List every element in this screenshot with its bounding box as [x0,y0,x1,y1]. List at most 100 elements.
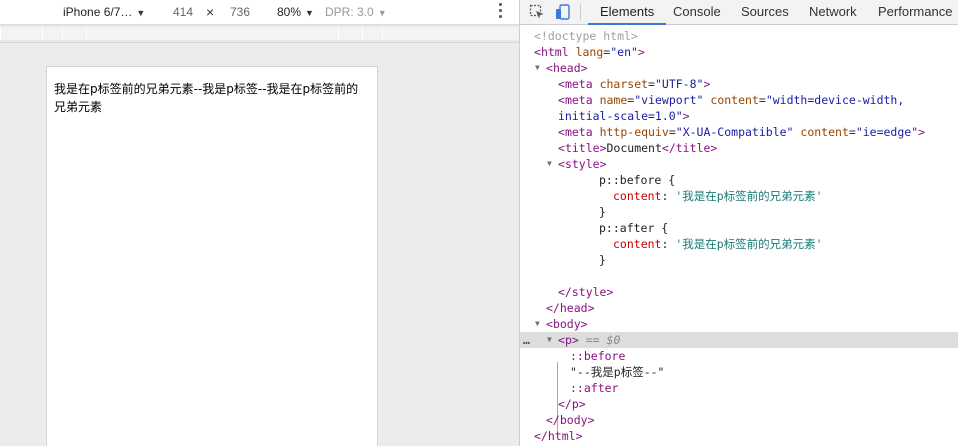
css-property: content [613,237,662,251]
dom-node-head-close[interactable]: </head> [520,300,958,316]
tag-name: body [552,317,581,331]
tag-name: title [675,141,711,155]
tab-network[interactable]: Network [809,0,857,25]
selected-node-marker: == $0 [585,333,621,347]
device-height-input[interactable]: 736 [230,0,250,24]
tab-elements[interactable]: Elements [588,0,667,25]
dropdown-arrow-icon: ▼ [136,8,146,18]
device-select-label: iPhone 6/7… [63,5,133,19]
page-paragraph: 我是在p标签前的兄弟元素--我是p标签--我是在p标签前的兄弟元素 [54,82,359,114]
expand-triangle-icon[interactable]: ▼ [547,156,552,172]
dom-node-meta-viewport-cont[interactable]: initial-scale=1.0"> [520,108,958,124]
css-value: '我是在p标签前的兄弟元素' [675,189,823,203]
device-width-input[interactable]: 414 [173,0,193,24]
tab-performance[interactable]: Performance [878,0,952,25]
tag-name: head [552,61,581,75]
dpr-select[interactable]: DPR: 3.0 ▼ [325,0,387,24]
ruler-segment[interactable] [382,27,519,40]
expand-triangle-icon[interactable]: ▼ [535,60,540,76]
tag-name: meta [564,125,593,139]
ruler-segment[interactable] [86,27,338,40]
devtools-tabbar: Elements Console Sources Network Perform… [520,0,958,25]
css-close-brace: } [599,205,606,219]
dom-node-style[interactable]: ▼ <style> [520,156,958,172]
tab-sources[interactable]: Sources [741,0,789,25]
tab-console[interactable]: Console [673,0,721,25]
dom-node-html-close[interactable]: </html> [520,428,958,444]
attr-value: "ie=edge" [855,125,919,139]
css-before-selector[interactable]: p::before { [520,172,958,188]
ruler-segment[interactable] [62,27,86,40]
tag-name: title [564,141,600,155]
attr-name: lang [575,45,604,59]
dom-node-meta-viewport[interactable]: <meta name="viewport" content="width=dev… [520,92,958,108]
dom-node-body[interactable]: ▼ <body> [520,316,958,332]
dom-node-p-selected[interactable]: … ▼ <p> == $0 [520,332,958,348]
devtools-panel: Elements Console Sources Network Perform… [520,0,958,446]
dpr-select-label: DPR: 3.0 [325,5,374,19]
expand-triangle-icon[interactable]: ▼ [547,332,552,348]
dropdown-arrow-icon: ▼ [305,8,314,18]
ruler-segment[interactable] [338,27,362,40]
ruler-segment[interactable] [362,27,382,40]
dom-node-head[interactable]: ▼ <head> [520,60,958,76]
more-options-icon[interactable] [492,0,508,24]
attr-value: "UTF-8" [654,77,704,91]
dom-node-title[interactable]: <title>Document</title> [520,140,958,156]
tag-name: meta [564,77,593,91]
dom-tree: <!doctype html> <html lang="en"> ▼ <head… [520,26,958,446]
css-value: '我是在p标签前的兄弟元素' [675,237,823,251]
attr-value: "en" [610,45,638,59]
attr-value: "viewport" [634,93,704,107]
css-close-brace: } [599,253,606,267]
dropdown-arrow-icon: ▼ [377,8,387,18]
tag-name: head [559,301,588,315]
expand-triangle-icon[interactable]: ▼ [535,316,540,332]
device-toolbar: iPhone 6/7… ▼ 414 × 736 80% ▼ DPR: 3.0 ▼ [0,0,519,25]
dom-node-meta-charset[interactable]: <meta charset="UTF-8"> [520,76,958,92]
attr-value: "width=device-width, [765,93,905,107]
device-toggle-icon[interactable] [555,4,571,20]
attr-name: content [800,125,849,139]
attr-value: "X-UA-Compatible" [675,125,794,139]
dom-node-pseudo-before[interactable]: ::before [520,348,958,364]
tag-name: style [571,285,607,299]
tag-name: p [571,397,579,411]
dom-node-style-close[interactable]: </style> [520,284,958,300]
inspect-icon[interactable] [529,4,545,20]
css-property: content [613,189,662,203]
toolbar-separator [580,4,581,20]
attr-name: name [599,93,628,107]
tag-name: p [564,333,572,347]
tag-name: html [540,45,569,59]
attr-name: charset [599,77,649,91]
node-actions-icon[interactable]: … [523,332,530,348]
dom-node-pseudo-after[interactable]: ::after [520,380,958,396]
css-after-declaration[interactable]: content: '我是在p标签前的兄弟元素' [520,236,958,252]
dom-node-html[interactable]: <html lang="en"> [520,44,958,60]
tag-name: meta [564,93,593,107]
css-after-selector[interactable]: p::after { [520,220,958,236]
dom-node-p-text[interactable]: "--我是p标签--" [520,364,958,380]
tag-name: body [559,413,588,427]
zoom-select[interactable]: 80% ▼ [277,0,314,24]
dom-node-p-close[interactable]: </p> [520,396,958,412]
css-before-declaration[interactable]: content: '我是在p标签前的兄弟元素' [520,188,958,204]
attr-name: content [710,93,759,107]
dom-node-body-close[interactable]: </body> [520,412,958,428]
ruler-segment[interactable] [0,27,42,40]
ruler-segment[interactable] [42,27,62,40]
device-emulation-pane: iPhone 6/7… ▼ 414 × 736 80% ▼ DPR: 3.0 ▼ 我是… [0,0,519,446]
tag-name: html [547,429,576,443]
attr-name: http-equiv [599,125,669,139]
dom-node-doctype[interactable]: <!doctype html> [520,28,958,44]
dom-node-meta-http-equiv[interactable]: <meta http-equiv="X-UA-Compatible" conte… [520,124,958,140]
dimension-separator: × [206,4,215,20]
tag-name: style [564,157,600,171]
title-text: Document [606,141,662,155]
emulated-viewport: 我是在p标签前的兄弟元素--我是p标签--我是在p标签前的兄弟元素 [46,66,378,446]
doctype-text: <!doctype html> [534,29,638,43]
media-query-ruler[interactable] [0,25,519,43]
zoom-select-label: 80% [277,5,302,19]
device-select[interactable]: iPhone 6/7… ▼ [63,0,145,24]
